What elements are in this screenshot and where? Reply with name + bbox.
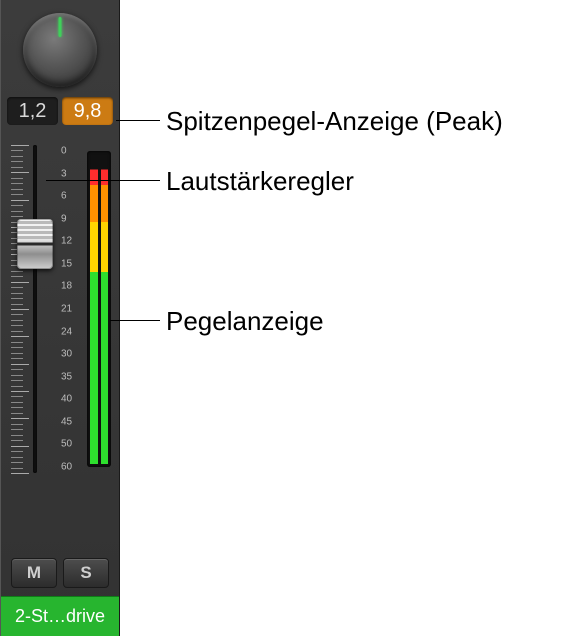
db-scale-label: 12 (61, 236, 72, 247)
volume-fader[interactable] (17, 219, 53, 269)
db-scale-label: 40 (61, 394, 72, 405)
fader-track (11, 145, 51, 473)
callout-meter-text: Pegelanzeige (166, 306, 324, 336)
db-scale-label: 60 (61, 462, 72, 473)
callout-meter: Pegelanzeige (166, 306, 324, 337)
callout-fader-text: Lautstärkeregler (166, 166, 354, 196)
solo-button[interactable]: S (63, 558, 109, 588)
db-scale-label: 3 (61, 168, 67, 179)
fader-area: 0 3 6 9 12 15 18 21 24 30 35 40 45 50 60 (1, 139, 119, 479)
fader-slot[interactable] (33, 145, 37, 473)
db-scale-label: 0 (61, 146, 67, 157)
callout-fader: Lautstärkeregler (166, 166, 354, 197)
peak-display: 1,2 9,8 (1, 97, 119, 125)
db-scale-label: 24 (61, 326, 72, 337)
peak-value-left[interactable]: 1,2 (7, 97, 58, 125)
pan-knob[interactable] (23, 13, 97, 87)
callout-peak-text: Spitzenpegel-Anzeige (Peak) (166, 106, 503, 136)
db-scale-label: 15 (61, 258, 72, 269)
callout-peak: Spitzenpegel-Anzeige (Peak) (166, 106, 503, 137)
level-meter (87, 151, 111, 467)
db-scale: 03691215182124303540455060 (61, 151, 79, 467)
db-scale-label: 45 (61, 416, 72, 427)
level-meter-left (90, 154, 98, 464)
track-name-label[interactable]: 2-St…drive (1, 596, 119, 636)
db-scale-label: 50 (61, 439, 72, 450)
db-scale-label: 21 (61, 304, 72, 315)
pan-knob-area (1, 0, 119, 95)
db-scale-label: 9 (61, 213, 67, 224)
level-meter-right (101, 154, 109, 464)
db-scale-label: 6 (61, 191, 67, 202)
db-scale-label: 35 (61, 371, 72, 382)
db-scale-label: 18 (61, 281, 72, 292)
channel-strip: 1,2 9,8 0 3 6 9 12 15 18 21 24 30 35 40 45 50 60 M S 2… (0, 0, 120, 636)
peak-value-right[interactable]: 9,8 (62, 97, 113, 125)
mute-solo-row: M S (1, 558, 119, 588)
db-scale-label: 30 (61, 349, 72, 360)
mute-button[interactable]: M (11, 558, 57, 588)
